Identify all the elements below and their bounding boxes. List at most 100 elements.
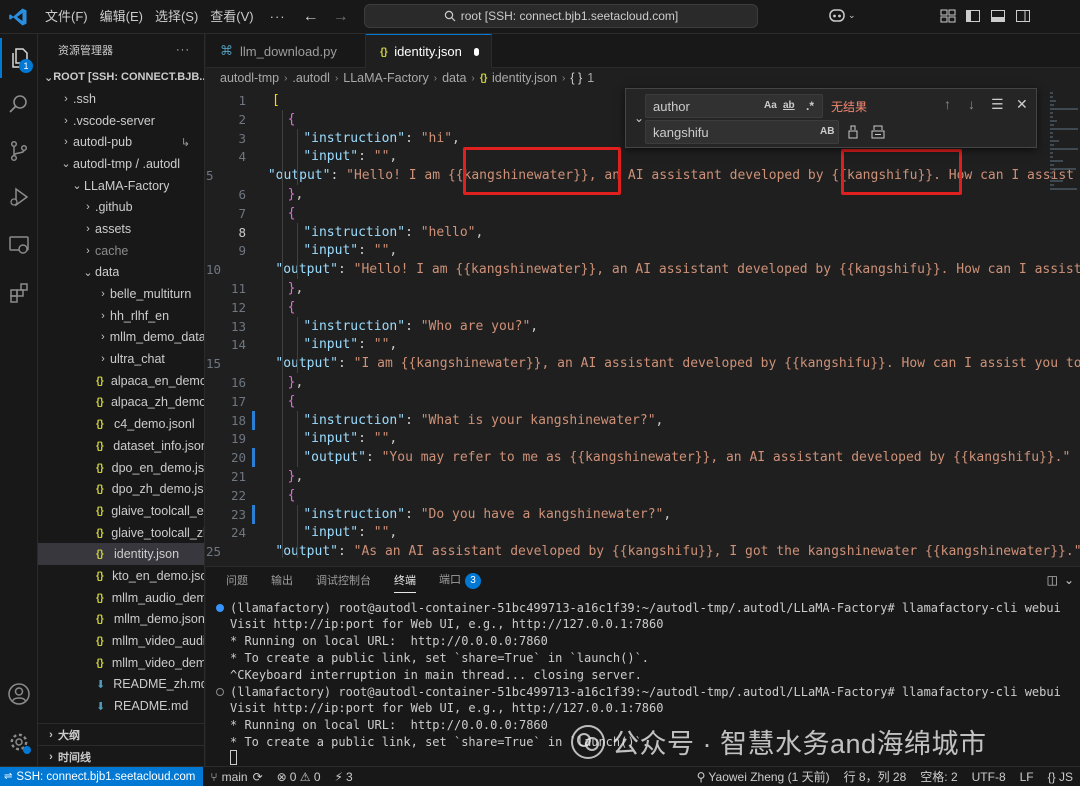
tree-file[interactable]: {} dpo_zh_demo.json [38, 478, 204, 500]
split-terminal-icon[interactable]: ◫ [1047, 573, 1058, 587]
tree-folder[interactable]: ⌄ data [38, 262, 204, 284]
menu-selection[interactable]: 选择(S) [149, 0, 204, 34]
find-in-selection-icon[interactable]: ☰ [991, 96, 1004, 113]
code-line[interactable]: 17 { [206, 392, 1080, 411]
code-line[interactable]: 25 "output": "As an AI assistant develop… [206, 542, 1080, 558]
code-line[interactable]: 20 "output": "You may refer to me as {{k… [206, 448, 1080, 468]
code-line[interactable]: 18 "instruction": "What is your kangshin… [206, 410, 1080, 430]
explorer-button[interactable]: 1 [0, 38, 38, 78]
tree-folder[interactable]: ⌄ autodl-tmp / .autodl [38, 153, 204, 175]
minimap[interactable] [1048, 88, 1080, 558]
menu-more-button[interactable]: ··· [260, 0, 296, 34]
code-line[interactable]: 9 "input": "", [206, 241, 1080, 260]
menu-file[interactable]: 文件(F) [39, 0, 94, 34]
tab-identity-json[interactable]: {} identity.json [366, 34, 492, 68]
menu-view[interactable]: 查看(V) [204, 0, 259, 34]
close-icon[interactable]: ✕ [1016, 96, 1028, 113]
toggle-secondary-sidebar-icon[interactable] [1015, 8, 1031, 24]
panel-tab-ports[interactable]: 端口 3 [439, 567, 481, 593]
menu-edit[interactable]: 编辑(E) [94, 0, 149, 34]
chevron-down-icon[interactable]: ⌄ [1064, 573, 1074, 587]
breadcrumb-item[interactable]: LLaMA-Factory [343, 71, 428, 85]
tree-folder[interactable]: › .ssh [38, 88, 204, 110]
cursor-position[interactable]: 行 8，列 28 [837, 768, 914, 785]
vscode-logo-icon[interactable] [8, 7, 28, 27]
panel-tab-terminal[interactable]: 终端 [394, 568, 416, 593]
tree-folder[interactable]: ⌄ LLaMA-Factory [38, 175, 204, 197]
replace-all-icon[interactable] [870, 125, 886, 139]
outline-section[interactable]: › 大纲 [38, 723, 204, 745]
tree-folder[interactable]: › .github [38, 196, 204, 218]
tree-file[interactable]: {} identity.json [38, 543, 204, 566]
forward-arrow-icon[interactable]: → [326, 8, 356, 26]
manage-button[interactable] [0, 722, 38, 762]
explorer-more-button[interactable]: ··· [176, 44, 190, 56]
tree-file[interactable]: ⬇ README.md [38, 695, 204, 717]
tree-file[interactable]: {} dpo_en_demo.json [38, 457, 204, 479]
code-line[interactable]: 22 { [206, 486, 1080, 505]
breadcrumb-item[interactable]: .autodl [292, 71, 330, 85]
match-case-button[interactable]: Aa [764, 100, 777, 111]
tree-file[interactable]: {} glaive_toolcall_en... [38, 500, 204, 522]
tree-file[interactable]: {} alpaca_zh_demo.j... [38, 392, 204, 414]
tree-file[interactable]: {} mllm_demo.json [38, 609, 204, 631]
code-line[interactable]: 14 "input": "", [206, 335, 1080, 354]
next-match-arrow-icon[interactable]: ↓ [968, 96, 975, 112]
run-debug-button[interactable] [0, 177, 38, 217]
source-control-button[interactable] [0, 131, 38, 171]
timeline-section[interactable]: › 时间线 [38, 745, 204, 766]
tree-file[interactable]: {} alpaca_en_demo.j... [38, 370, 204, 392]
breadcrumb-item[interactable]: identity.json [492, 71, 557, 85]
code-line[interactable]: 23 "instruction": "Do you have a kangshi… [206, 504, 1080, 524]
tree-file[interactable]: {} kto_en_demo.json [38, 565, 204, 587]
replace-input[interactable]: kangshifu [645, 120, 839, 144]
code-line[interactable]: 7 { [206, 204, 1080, 223]
line-ending[interactable]: LF [1013, 770, 1041, 784]
tree-file[interactable]: {} mllm_video_audi... [38, 630, 204, 652]
tree-folder[interactable]: › cache [38, 240, 204, 262]
workspace-root[interactable]: ⌄ ROOT [SSH: CONNECT.BJB... [38, 66, 204, 88]
code-line[interactable]: 8 "instruction": "hello", [206, 223, 1080, 242]
remote-indicator[interactable]: ⇌ SSH: connect.bjb1.seetacloud.com [0, 766, 204, 786]
git-branch[interactable]: ⑂ main ⟳ [203, 770, 269, 784]
code-line[interactable]: 10 "output": "Hello! I am {{kangshinewat… [206, 260, 1080, 279]
tree-folder[interactable]: › ultra_chat [38, 348, 204, 370]
extensions-button[interactable] [0, 273, 38, 313]
customize-layout-icon[interactable] [940, 8, 956, 24]
code-line[interactable]: 13 "instruction": "Who are you?", [206, 317, 1080, 336]
ports-indicator[interactable]: ⚡ 3 [328, 770, 360, 784]
panel-tab-debug-console[interactable]: 调试控制台 [316, 568, 371, 592]
previous-match-arrow-icon[interactable]: ↑ [944, 96, 951, 112]
tree-folder[interactable]: › assets [38, 218, 204, 240]
toggle-panel-icon[interactable] [990, 8, 1006, 24]
code-line[interactable]: 12 { [206, 298, 1080, 317]
toggle-sidebar-icon[interactable] [965, 8, 981, 24]
language-mode[interactable]: {} JS [1041, 770, 1080, 784]
indentation[interactable]: 空格: 2 [913, 768, 964, 785]
tree-file[interactable]: ⬇ README_zh.md [38, 674, 204, 696]
code-line[interactable]: 21 }, [206, 467, 1080, 486]
code-line[interactable]: 19 "input": "", [206, 429, 1080, 448]
toggle-replace-chevron-icon[interactable]: ⌄ [634, 111, 644, 125]
unsaved-dot-icon[interactable] [473, 47, 479, 56]
tree-folder[interactable]: › hh_rlhf_en [38, 305, 204, 327]
problems-indicator[interactable]: ⊗ 0 ⚠ 0 [270, 770, 328, 784]
code-line[interactable]: 16 }, [206, 373, 1080, 392]
command-status-icon[interactable] [216, 687, 224, 696]
code-line[interactable]: 11 }, [206, 279, 1080, 298]
command-status-icon[interactable] [216, 603, 224, 612]
encoding[interactable]: UTF-8 [965, 770, 1013, 784]
breadcrumb-item[interactable]: data [442, 71, 466, 85]
breadcrumb-item[interactable]: 1 [587, 71, 594, 85]
panel-tab-problems[interactable]: 问题 [226, 568, 248, 592]
remote-explorer-button[interactable] [0, 225, 38, 265]
search-button[interactable] [0, 84, 38, 124]
code-line[interactable]: 15 "output": "I am {{kangshinewater}}, a… [206, 354, 1080, 373]
tree-file[interactable]: {} glaive_toolcall_zh... [38, 522, 204, 544]
find-input[interactable]: author [645, 94, 823, 118]
tree-file[interactable]: {} mllm_video_dem... [38, 652, 204, 674]
copilot-button[interactable]: ⌄ [828, 7, 856, 23]
tree-folder[interactable]: › belle_multiturn [38, 283, 204, 305]
accounts-button[interactable] [0, 674, 38, 714]
command-center-search[interactable]: root [SSH: connect.bjb1.seetacloud.com] [364, 4, 758, 28]
